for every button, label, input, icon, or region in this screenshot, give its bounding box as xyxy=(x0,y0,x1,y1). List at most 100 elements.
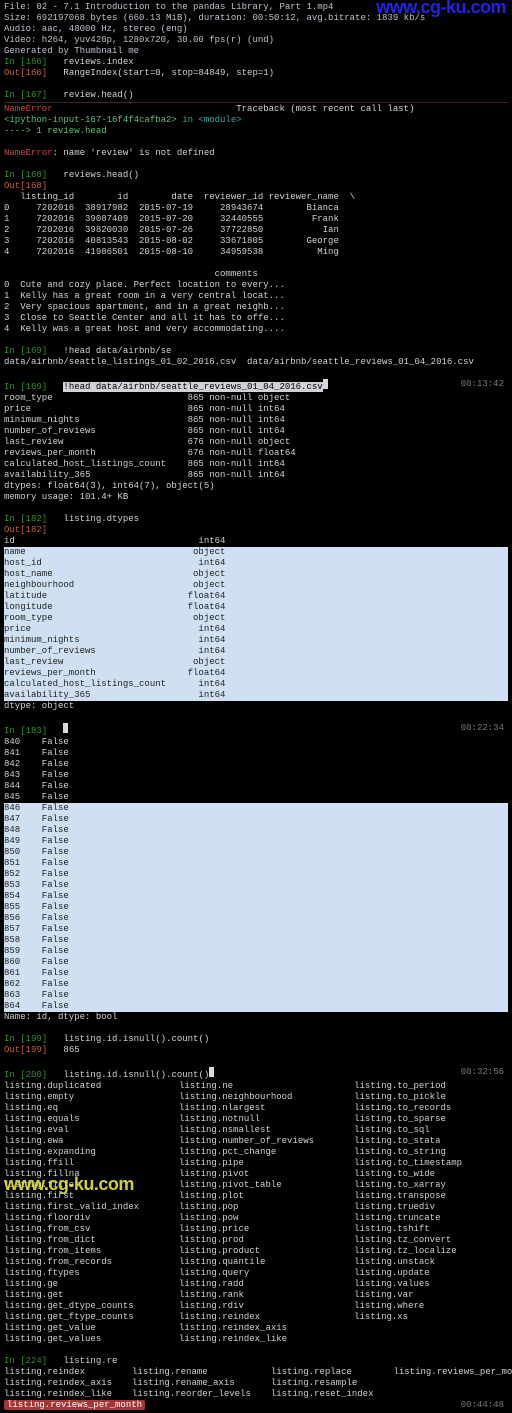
autocomplete-item[interactable]: listing.nsmallest xyxy=(179,1125,314,1136)
autocomplete-item[interactable]: listing.to_stata xyxy=(354,1136,462,1147)
autocomplete-item[interactable]: listing.plot xyxy=(179,1191,314,1202)
autocomplete-item[interactable]: listing.to_timestamp xyxy=(354,1158,462,1169)
autocomplete-item[interactable]: listing.rdiv xyxy=(179,1301,314,1312)
autocomplete-item[interactable]: listing.reindex_axis xyxy=(179,1323,314,1334)
autocomplete-item[interactable]: listing.tz_localize xyxy=(354,1246,462,1257)
autocomplete-item[interactable]: listing.to_period xyxy=(354,1081,462,1092)
autocomplete-item[interactable]: listing.unstack xyxy=(354,1257,462,1268)
dtype-row: host_id int64 xyxy=(4,558,508,569)
in-prompt[interactable]: In [183] xyxy=(4,723,508,737)
autocomplete-item[interactable]: listing.reindex_axis xyxy=(4,1378,112,1389)
traceback-line: <ipython-input-167-16f4f4cafba2> in <mod… xyxy=(4,115,508,126)
in-prompt[interactable]: In [166] reviews.index xyxy=(4,57,508,68)
in-prompt[interactable]: In [224] listing.re xyxy=(4,1356,508,1367)
autocomplete-item[interactable]: listing.where xyxy=(354,1301,462,1312)
autocomplete-item[interactable]: listing.reset_index xyxy=(271,1389,374,1400)
selection-block: name object host_id int64 host_name obje… xyxy=(4,547,508,701)
autocomplete-item[interactable]: listing.pop xyxy=(179,1202,314,1213)
autocomplete-item[interactable]: listing.nlargest xyxy=(179,1103,314,1114)
autocomplete-item[interactable]: listing.pivot_table xyxy=(179,1180,314,1191)
autocomplete-item[interactable]: listing.tz_convert xyxy=(354,1235,462,1246)
autocomplete-item[interactable]: listing.to_sql xyxy=(354,1125,462,1136)
autocomplete-item[interactable]: listing.ftypes xyxy=(4,1268,139,1279)
autocomplete-item[interactable]: listing.from_dict xyxy=(4,1235,139,1246)
autocomplete-item[interactable]: listing.truncate xyxy=(354,1213,462,1224)
bool-row: 846 False xyxy=(4,803,508,814)
in-prompt[interactable]: In [182] listing.dtypes xyxy=(4,514,508,525)
autocomplete-item[interactable]: listing.pct_change xyxy=(179,1147,314,1158)
autocomplete-item[interactable]: listing.to_sparse xyxy=(354,1114,462,1125)
autocomplete-item[interactable]: listing.first xyxy=(4,1191,139,1202)
autocomplete-item[interactable]: listing.prod xyxy=(179,1235,314,1246)
autocomplete-item[interactable]: listing.transpose xyxy=(354,1191,462,1202)
in-prompt[interactable]: In [200] listing.id.isnull().count() xyxy=(4,1067,508,1081)
autocomplete-item[interactable]: listing.xs xyxy=(354,1312,462,1323)
autocomplete-item[interactable]: listing.get_value xyxy=(4,1323,139,1334)
autocomplete-item[interactable]: listing.ne xyxy=(179,1081,314,1092)
autocomplete-item[interactable]: listing.to_pickle xyxy=(354,1092,462,1103)
autocomplete-item[interactable]: listing.floordiv xyxy=(4,1213,139,1224)
autocomplete-item[interactable]: listing.notnull xyxy=(179,1114,314,1125)
autocomplete-item[interactable]: listing.get xyxy=(4,1290,139,1301)
autocomplete-item[interactable]: listing.query xyxy=(179,1268,314,1279)
autocomplete-item[interactable]: listing.expanding xyxy=(4,1147,139,1158)
autocomplete-item[interactable]: listing.from_csv xyxy=(4,1224,139,1235)
autocomplete-item[interactable]: listing.price xyxy=(179,1224,314,1235)
autocomplete-item[interactable]: listing.to_xarray xyxy=(354,1180,462,1191)
autocomplete-item[interactable]: listing.get_dtype_counts xyxy=(4,1301,139,1312)
autocomplete-item[interactable]: listing.to_string xyxy=(354,1147,462,1158)
dtype-row: room_type object xyxy=(4,613,508,624)
in-prompt[interactable]: In [169] !head data/airbnb/se xyxy=(4,346,508,357)
bool-row: 848 False xyxy=(4,825,508,836)
autocomplete-item[interactable]: listing.first_valid_index xyxy=(4,1202,139,1213)
info-line: minimum_nights 865 non-null int64 xyxy=(4,415,508,426)
dtype-row: longitude float64 xyxy=(4,602,508,613)
autocomplete-item[interactable]: listing.pow xyxy=(179,1213,314,1224)
autocomplete-item[interactable]: listing.product xyxy=(179,1246,314,1257)
autocomplete-item[interactable]: listing.reorder_levels xyxy=(132,1389,251,1400)
autocomplete-item[interactable]: listing.quantile xyxy=(179,1257,314,1268)
bool-row: 852 False xyxy=(4,869,508,880)
autocomplete-item[interactable]: listing.update xyxy=(354,1268,462,1279)
autocomplete-item[interactable]: listing.reindex_like xyxy=(4,1389,112,1400)
autocomplete-item[interactable]: listing.pivot xyxy=(179,1169,314,1180)
autocomplete-item[interactable]: listing.from_items xyxy=(4,1246,139,1257)
autocomplete-item[interactable]: listing.resample xyxy=(271,1378,374,1389)
autocomplete-item[interactable]: listing.rename_axis xyxy=(132,1378,251,1389)
bool-row: 843 False xyxy=(4,770,508,781)
autocomplete-item[interactable]: listing.from_records xyxy=(4,1257,139,1268)
in-prompt[interactable]: In [169] !head data/airbnb/seattle_revie… xyxy=(4,379,508,393)
autocomplete-item[interactable]: listing.reindex_like xyxy=(179,1334,314,1345)
bool-row: 851 False xyxy=(4,858,508,869)
autocomplete-item[interactable]: listing.empty xyxy=(4,1092,139,1103)
autocomplete-item[interactable]: listing.reindex xyxy=(179,1312,314,1323)
autocomplete-item[interactable]: listing.duplicated xyxy=(4,1081,139,1092)
autocomplete-item[interactable]: listing.get_ftype_counts xyxy=(4,1312,139,1323)
autocomplete-item[interactable]: listing.rename xyxy=(132,1367,251,1378)
autocomplete-item[interactable]: listing.var xyxy=(354,1290,462,1301)
autocomplete-item[interactable]: listing.pipe xyxy=(179,1158,314,1169)
autocomplete-item[interactable]: listing.eq xyxy=(4,1103,139,1114)
autocomplete-item[interactable]: listing.reviews_per_month xyxy=(393,1367,512,1378)
in-prompt-continuation[interactable]: listing.reviews_per_month xyxy=(4,1400,508,1411)
autocomplete-item[interactable]: listing.rank xyxy=(179,1290,314,1301)
autocomplete-item[interactable]: listing.truediv xyxy=(354,1202,462,1213)
autocomplete-item[interactable]: listing.neighbourhood xyxy=(179,1092,314,1103)
in-prompt[interactable]: In [167] review.head() xyxy=(4,90,508,101)
autocomplete-item[interactable]: listing.to_wide xyxy=(354,1169,462,1180)
in-prompt[interactable]: In [168] reviews.head() xyxy=(4,170,508,181)
autocomplete-item[interactable]: listing.to_records xyxy=(354,1103,462,1114)
autocomplete-item[interactable]: listing.ge xyxy=(4,1279,139,1290)
autocomplete-item[interactable]: listing.equals xyxy=(4,1114,139,1125)
autocomplete-item[interactable]: listing.eval xyxy=(4,1125,139,1136)
autocomplete-item[interactable]: listing.ewa xyxy=(4,1136,139,1147)
autocomplete-item[interactable]: listing.number_of_reviews xyxy=(179,1136,314,1147)
autocomplete-item[interactable]: listing.ffill xyxy=(4,1158,139,1169)
in-prompt[interactable]: In [199] listing.id.isnull().count() xyxy=(4,1034,508,1045)
autocomplete-item[interactable]: listing.get_values xyxy=(4,1334,139,1345)
autocomplete-item[interactable]: listing.reindex xyxy=(4,1367,112,1378)
autocomplete-item[interactable]: listing.values xyxy=(354,1279,462,1290)
autocomplete-item[interactable]: listing.radd xyxy=(179,1279,314,1290)
autocomplete-item[interactable]: listing.tshift xyxy=(354,1224,462,1235)
autocomplete-item[interactable]: listing.replace xyxy=(271,1367,374,1378)
